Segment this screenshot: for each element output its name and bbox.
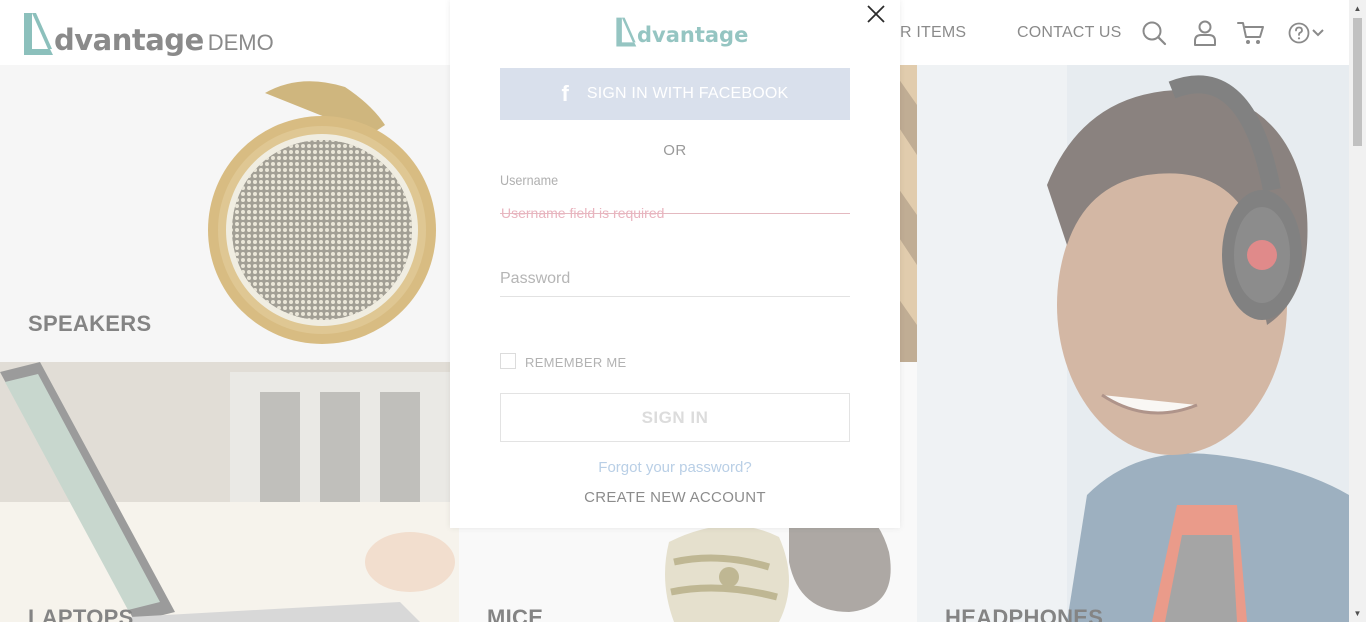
password-input[interactable]: [500, 262, 850, 297]
remember-me-label[interactable]: REMEMBER ME: [525, 355, 627, 370]
modal-logo: dvantage: [615, 14, 748, 48]
facebook-sign-in-label: SIGN IN WITH FACEBOOK: [586, 85, 789, 102]
facebook-icon: f: [561, 81, 569, 106]
close-button[interactable]: [865, 3, 887, 25]
facebook-sign-in-button[interactable]: f SIGN IN WITH FACEBOOK: [500, 68, 850, 120]
forgot-password-link[interactable]: Forgot your password?: [450, 459, 900, 476]
remember-me-checkbox[interactable]: [500, 353, 516, 369]
logo-mark-icon: [616, 17, 637, 47]
scroll-up-arrow-icon[interactable]: ▲: [1349, 0, 1366, 17]
sign-in-button[interactable]: SIGN IN: [500, 393, 850, 442]
login-modal: dvantage f SIGN IN WITH FACEBOOK OR User…: [450, 0, 900, 528]
scroll-thumb[interactable]: [1353, 18, 1362, 146]
or-divider: OR: [663, 142, 687, 159]
sign-in-label: SIGN IN: [641, 407, 709, 427]
username-error: Username field is required: [501, 205, 665, 221]
create-account-link[interactable]: CREATE NEW ACCOUNT: [450, 489, 900, 506]
username-label: Username: [500, 172, 559, 188]
modal-logo-wordmark: dvantage: [637, 23, 749, 47]
page-scrollbar[interactable]: ▲ ▼: [1349, 0, 1366, 622]
scroll-down-arrow-icon[interactable]: ▼: [1349, 605, 1366, 622]
close-icon: [867, 5, 885, 23]
